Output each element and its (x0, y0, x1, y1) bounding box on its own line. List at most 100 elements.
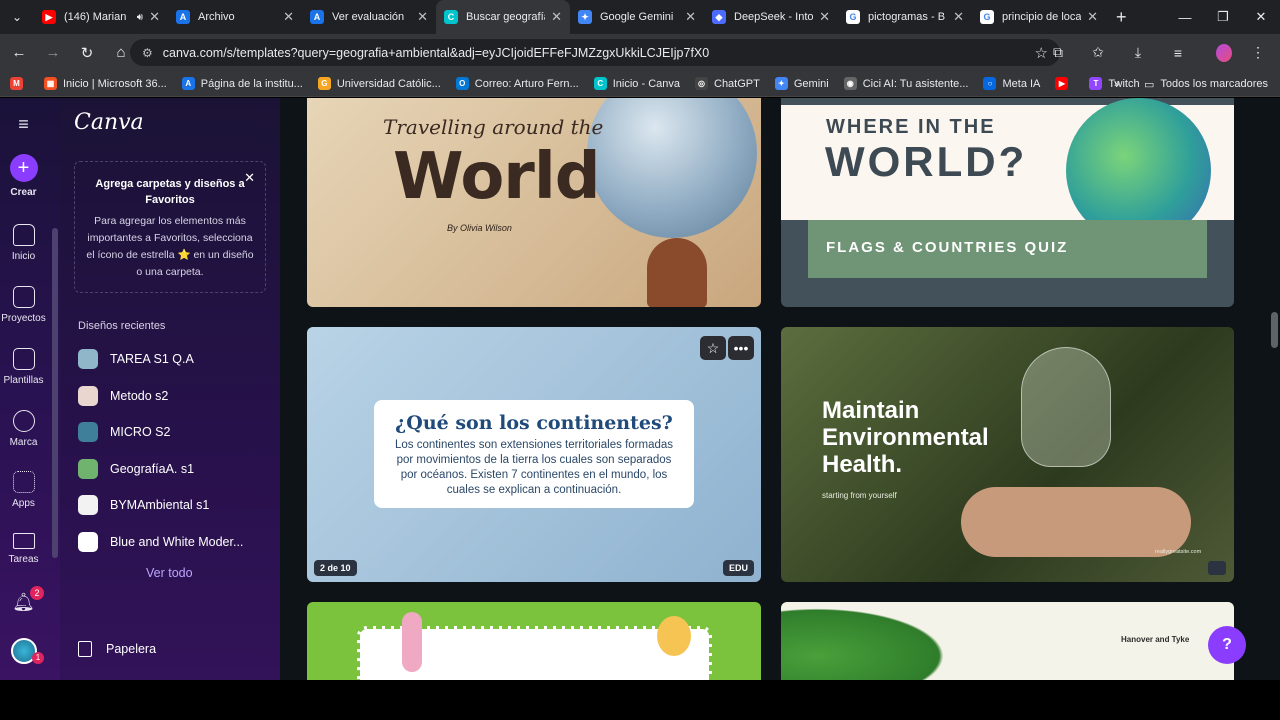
bookmark-item[interactable]: M (10, 77, 29, 90)
browser-tab[interactable]: C Buscar geografía ✕ (436, 0, 570, 34)
recent-design-item[interactable]: Metodo s2 (78, 385, 168, 406)
close-tab-icon[interactable]: ✕ (1087, 9, 1098, 25)
bookmark-label: Universidad Católic... (336, 77, 441, 90)
forward-icon[interactable]: → (38, 38, 68, 68)
extensions-icon[interactable]: ⧉ (1044, 44, 1072, 61)
more-bookmarks-icon[interactable]: » (1114, 78, 1120, 90)
close-tab-icon[interactable]: ✕ (283, 9, 294, 25)
browser-tab[interactable]: ◆ DeepSeek - Into ✕ (704, 0, 838, 34)
globe-stand-image (647, 238, 707, 307)
design-name: MICRO S2 (110, 425, 171, 440)
browser-tab-strip: ⌄ ▶ (146) Marian 🔊︎ ✕ A Archivo ✕ A Ver evaluaci… (0, 0, 1280, 34)
account-avatar[interactable]: 1 (0, 638, 47, 664)
close-tab-icon[interactable]: ✕ (551, 9, 562, 25)
bookmark-item[interactable]: A Página de la institu... (181, 77, 303, 90)
template-card-quiz[interactable]: WHERE IN THE WORLD? FLAGS & COUNTRIES QU… (781, 98, 1234, 307)
create-button[interactable]: + Crear (0, 154, 47, 198)
bookmark-icon: ▦ (44, 77, 57, 90)
rail-item-marca[interactable]: Marca (0, 410, 47, 448)
browser-tab[interactable]: Gprincipio de loca ✕ (972, 0, 1106, 34)
design-name: GeografíaA. s1 (110, 461, 195, 476)
close-icon[interactable]: ✕ (244, 170, 255, 186)
minimize-icon[interactable]: — (1166, 0, 1204, 34)
bookmark-item[interactable]: ▦ Inicio | Microsoft 36... (44, 77, 167, 90)
audio-icon[interactable]: 🔊︎ (137, 12, 143, 23)
see-all-link[interactable]: Ver todo (146, 566, 193, 580)
media-icon[interactable]: ≡ (1164, 45, 1192, 61)
bookmark-item[interactable]: G Universidad Católic... (317, 77, 441, 90)
close-tab-icon[interactable]: ✕ (149, 9, 160, 25)
rail-item-apps[interactable]: Apps (0, 471, 47, 509)
page-scrollbar[interactable] (1271, 312, 1278, 348)
notifications-button[interactable]: 🔔︎ 2 (0, 586, 47, 613)
collapse-menu-icon[interactable]: ≡ (0, 114, 47, 135)
close-tab-icon[interactable]: ✕ (685, 9, 696, 25)
card-body: Los continentes son extensiones territor… (394, 439, 674, 496)
trash-button[interactable]: Papelera (78, 641, 156, 657)
new-tab-icon[interactable]: + (1116, 7, 1127, 28)
rail-item-inicio[interactable]: Inicio (0, 224, 47, 262)
tab-title: principio de loca (1002, 11, 1082, 23)
window-controls: — ❐ ✕ (1166, 0, 1280, 34)
url-text[interactable]: canva.com/s/templates?query=geografia+am… (163, 46, 1035, 60)
rail-item-plantillas[interactable]: Plantillas (0, 348, 47, 386)
close-window-icon[interactable]: ✕ (1242, 0, 1280, 34)
bookmark-item[interactable]: ◉ Cici AI: Tu asistente... (843, 77, 968, 90)
star-icon[interactable]: ☆ (700, 336, 726, 360)
rail-label: Apps (12, 498, 35, 509)
bookmark-item[interactable]: ✦ Gemini (774, 77, 829, 90)
rail-scrollbar[interactable] (52, 228, 58, 558)
card-title: WORLD? (825, 138, 1028, 185)
profile-icon[interactable] (1204, 43, 1232, 62)
template-card-world[interactable]: Travelling around the World By Olivia Wi… (307, 98, 761, 307)
template-card-continents[interactable]: ¿Qué son los continentes? Los continente… (307, 327, 761, 582)
template-card-green[interactable] (307, 602, 761, 680)
browser-tab[interactable]: ✦ Google Gemini ✕ (570, 0, 704, 34)
template-card-environment[interactable]: Maintain Environmental Health. starting … (781, 327, 1234, 582)
bookmark-item[interactable]: ◎ ChatGPT (695, 77, 760, 90)
tab-title: Google Gemini (600, 11, 674, 23)
bookmark-item[interactable]: C Inicio - Canva (593, 77, 680, 90)
browser-tab[interactable]: A Ver evaluación ✕ (302, 0, 436, 34)
back-icon[interactable]: ← (4, 38, 34, 68)
more-options-icon[interactable]: ••• (728, 336, 754, 360)
recent-design-item[interactable]: Blue and White Moder... (78, 532, 243, 552)
hand-soil-image (961, 487, 1191, 557)
favorites-icon[interactable]: ✩ (1084, 44, 1112, 61)
browser-tab[interactable]: A Archivo ✕ (168, 0, 302, 34)
close-tab-icon[interactable]: ✕ (417, 9, 428, 25)
recent-design-item[interactable]: GeografíaA. s1 (78, 458, 195, 479)
canva-logo[interactable]: Canva (74, 110, 144, 135)
template-card-leaves[interactable]: Hanover and Tyke (781, 602, 1234, 680)
bookmark-item[interactable]: ○ Meta IA (983, 77, 1040, 90)
recent-design-item[interactable]: TAREA S1 Q.A (78, 349, 194, 369)
download-icon[interactable]: ⤓ (1124, 44, 1152, 61)
browser-tab[interactable]: ▶ (146) Marian 🔊︎ ✕ (34, 0, 168, 34)
close-tab-icon[interactable]: ✕ (819, 9, 830, 25)
rail-item-tareas[interactable]: Tareas (0, 533, 47, 565)
recent-design-item[interactable]: BYMAmbiental s1 (78, 495, 209, 516)
side-panel: Canva ✕ Agrega carpetas y diseños a Favo… (60, 98, 280, 680)
all-bookmarks[interactable]: Todos los marcadores (1160, 78, 1268, 90)
bookmark-item[interactable]: ▶ (1055, 77, 1074, 90)
restore-icon[interactable]: ❐ (1204, 0, 1242, 34)
address-bar[interactable]: ⚙ canva.com/s/templates?query=geografia+… (130, 39, 1060, 66)
edu-badge: EDU (722, 560, 754, 576)
help-button[interactable]: ? (1208, 626, 1246, 664)
reload-icon[interactable]: ↻ (72, 38, 102, 68)
close-tab-icon[interactable]: ✕ (953, 9, 964, 25)
bookmark-icon: ◉ (843, 77, 857, 90)
edu-icon (1208, 561, 1226, 575)
bookmark-label: Meta IA (1002, 77, 1041, 90)
menu-icon[interactable]: ⋮ (1244, 44, 1272, 61)
rail-item-proyectos[interactable]: Proyectos (0, 286, 47, 324)
profile-avatar (1216, 43, 1232, 62)
site-info-icon[interactable]: ⚙ (142, 46, 153, 60)
recent-design-item[interactable]: MICRO S2 (78, 422, 171, 443)
design-thumbnail (78, 495, 98, 516)
trash-icon (78, 641, 92, 657)
tab-search-icon[interactable]: ⌄ (0, 0, 34, 34)
bookmark-item[interactable]: O Correo: Arturo Fern... (455, 77, 579, 90)
browser-tab[interactable]: Gpictogramas - B ✕ (838, 0, 972, 34)
tab-favicon: G (980, 10, 994, 24)
